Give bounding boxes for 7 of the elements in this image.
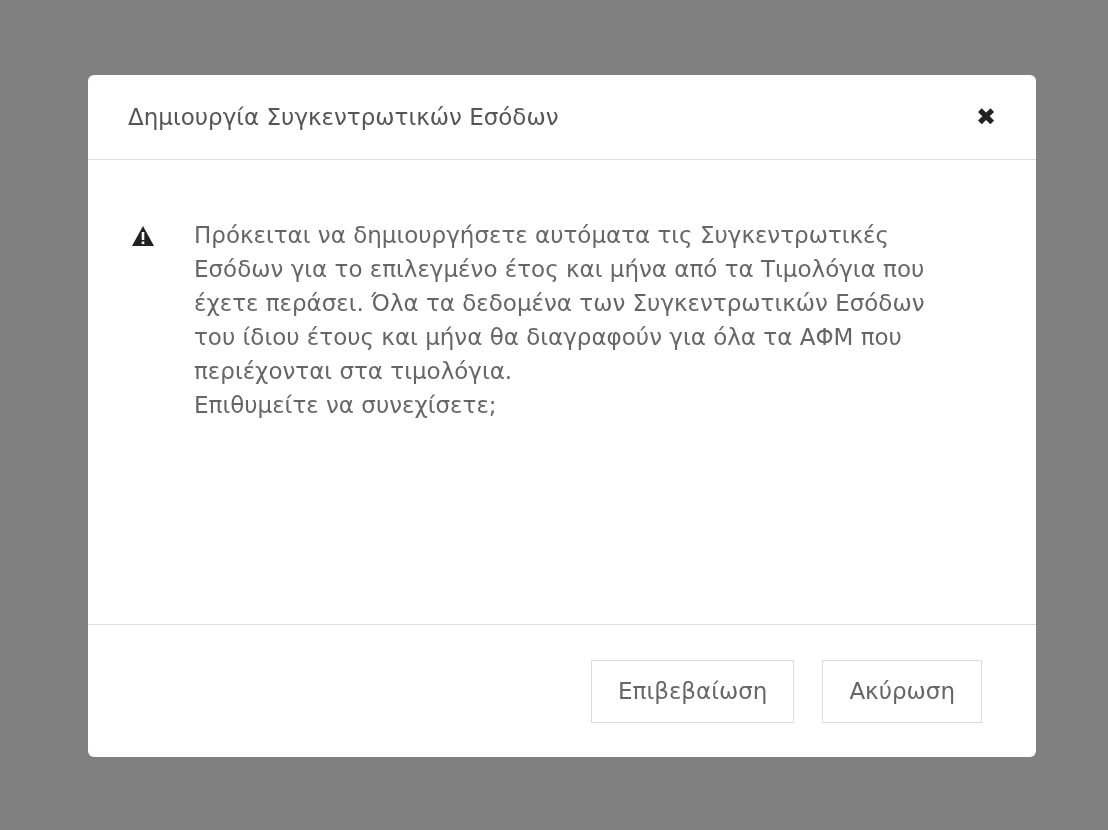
confirm-button[interactable]: Επιβεβαίωση (591, 659, 795, 723)
dialog-title: Δημιουργία Συγκεντρωτικών Εσόδων (128, 102, 559, 132)
warning-message: Επιθυμείτε να συνεχίσετε; (194, 391, 498, 420)
warning-icon (132, 226, 154, 246)
close-button[interactable]: ✖ (975, 105, 996, 129)
warning-message: Πρόκειται να δημιουργήσετε αυτόματα τις Συγκεντρωτικές Εσόδων για το επιλεγμένο έτος και μήνα από τα Τιμολόγια που έχετε περάσει. Όλα τα δεδομένα των Συγκεντρωτικών Εσόδων του ίδιου έτους και μήνα θα διαγραφούν για όλα τα ΑΦΜ που περιέχονται στα τιμολόγια. (194, 221, 926, 386)
cancel-button[interactable]: Ακύρωση (822, 659, 982, 723)
